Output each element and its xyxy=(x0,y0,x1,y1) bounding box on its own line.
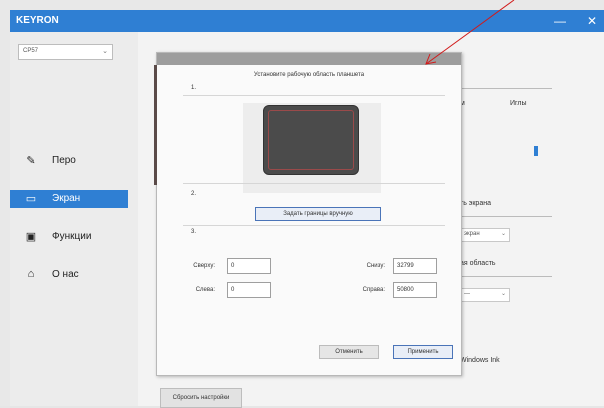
arrow-shaft xyxy=(425,0,515,65)
screenshot-frame: KEYRON — ✕ CP57 ⌄ ✎ Перо ▭ Экран ▣ Функц… xyxy=(0,0,604,408)
annotation-arrow xyxy=(425,0,515,65)
